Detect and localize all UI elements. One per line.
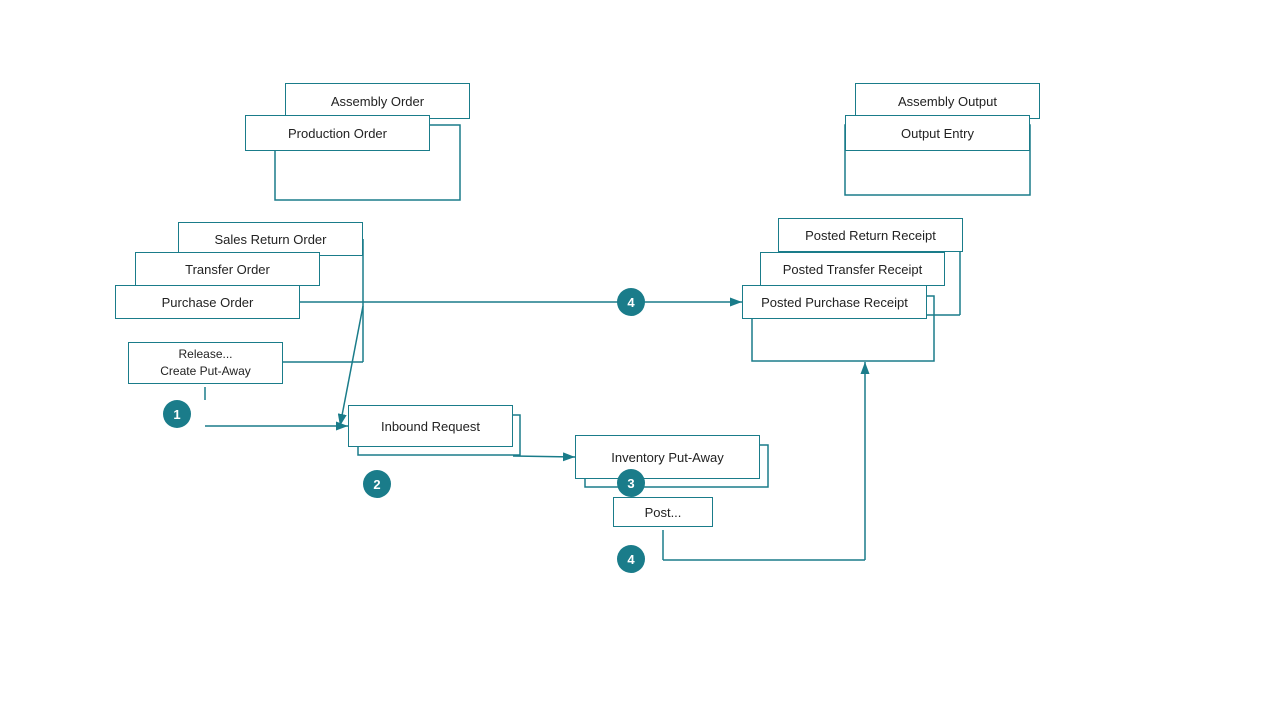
release-create-label: Release...Create Put-Away	[160, 346, 251, 380]
production-order-label: Production Order	[288, 126, 387, 141]
inventory-putaway-box: Inventory Put-Away	[575, 435, 760, 479]
posted-transfer-receipt-label: Posted Transfer Receipt	[783, 262, 922, 277]
posted-transfer-receipt-box: Posted Transfer Receipt	[760, 252, 945, 286]
inventory-putaway-label: Inventory Put-Away	[611, 450, 723, 465]
post-button-label: Post...	[645, 505, 682, 520]
posted-purchase-receipt-label: Posted Purchase Receipt	[761, 295, 908, 310]
diagram-container: Assembly Order Production Order Assembly…	[0, 0, 1280, 720]
posted-return-receipt-label: Posted Return Receipt	[805, 228, 936, 243]
assembly-order-label: Assembly Order	[331, 94, 424, 109]
badge-4-bottom: 4	[617, 545, 645, 573]
production-order-box: Production Order	[245, 115, 430, 151]
purchase-order-label: Purchase Order	[162, 295, 254, 310]
inbound-request-box: Inbound Request	[348, 405, 513, 447]
posted-return-receipt-box: Posted Return Receipt	[778, 218, 963, 252]
assembly-output-box: Assembly Output	[855, 83, 1040, 119]
inbound-request-label: Inbound Request	[381, 419, 480, 434]
post-button-box[interactable]: Post...	[613, 497, 713, 527]
transfer-order-label: Transfer Order	[185, 262, 270, 277]
sales-return-order-box: Sales Return Order	[178, 222, 363, 256]
badge-3: 3	[617, 469, 645, 497]
release-create-box: Release...Create Put-Away	[128, 342, 283, 384]
assembly-output-label: Assembly Output	[898, 94, 997, 109]
sales-return-label: Sales Return Order	[215, 232, 327, 247]
transfer-order-box: Transfer Order	[135, 252, 320, 286]
badge-2: 2	[363, 470, 391, 498]
assembly-order-box: Assembly Order	[285, 83, 470, 119]
posted-purchase-receipt-box: Posted Purchase Receipt	[742, 285, 927, 319]
purchase-order-box: Purchase Order	[115, 285, 300, 319]
badge-1: 1	[163, 400, 191, 428]
output-entry-box: Output Entry	[845, 115, 1030, 151]
output-entry-label: Output Entry	[901, 126, 974, 141]
badge-4-top: 4	[617, 288, 645, 316]
